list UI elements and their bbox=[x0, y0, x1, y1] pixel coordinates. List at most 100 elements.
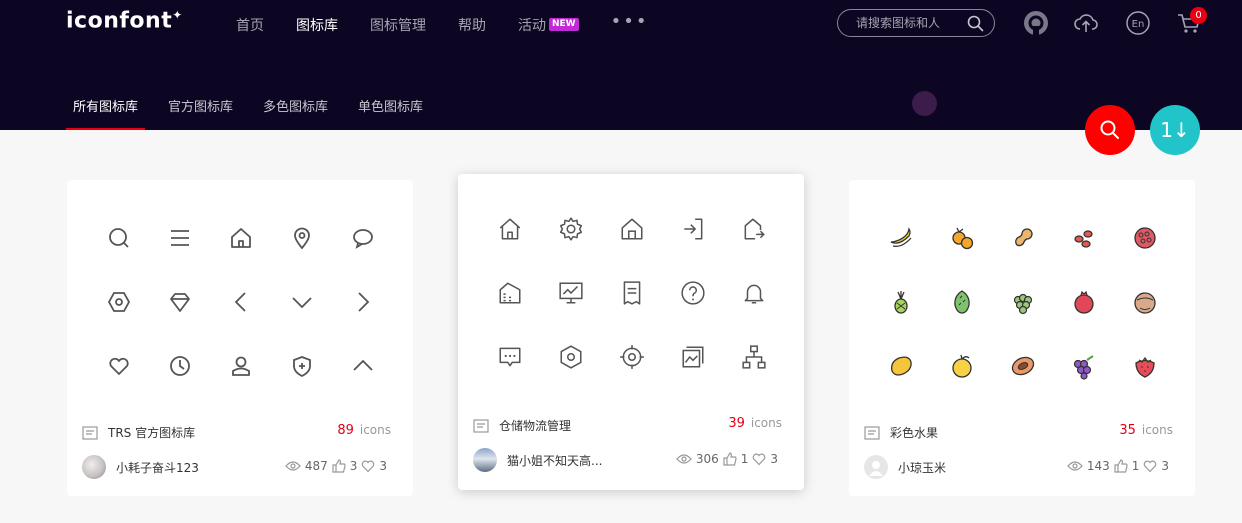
svg-text:En: En bbox=[1132, 19, 1145, 30]
avatar[interactable] bbox=[82, 455, 106, 479]
more-icon[interactable]: ••• bbox=[611, 11, 649, 32]
home-icon bbox=[230, 228, 251, 248]
chevron-up-icon bbox=[352, 359, 373, 371]
icon-count: 35 icons bbox=[1119, 423, 1173, 438]
peanut-icon bbox=[1014, 228, 1033, 247]
papaya-icon bbox=[1011, 356, 1034, 376]
library-card[interactable]: 彩色水果 35 icons 小琼玉米 143 1 3 bbox=[849, 180, 1195, 496]
clock-icon bbox=[169, 356, 190, 376]
icon-preview-grid bbox=[88, 206, 393, 398]
location-icon bbox=[293, 227, 310, 250]
avatar[interactable] bbox=[473, 448, 497, 472]
library-card[interactable]: 仓储物流管理 39 icons 猫小姐不知天高... 306 1 3 bbox=[458, 174, 804, 490]
house-arrow-icon bbox=[744, 218, 765, 240]
icon-count: 39 icons bbox=[728, 416, 782, 431]
new-badge: NEW bbox=[549, 18, 579, 31]
sort-button[interactable]: 1↓ bbox=[1150, 105, 1200, 155]
pomegranate-icon bbox=[1073, 290, 1094, 314]
author[interactable]: 小琼玉米 bbox=[864, 455, 946, 479]
eye-icon bbox=[1067, 461, 1083, 471]
thumbs-up-icon[interactable] bbox=[1114, 459, 1128, 473]
search-icon bbox=[108, 228, 129, 248]
tab-official-libraries[interactable]: 官方图标库 bbox=[161, 96, 240, 130]
exit-icon bbox=[683, 218, 702, 240]
library-title[interactable]: 彩色水果 bbox=[864, 424, 938, 441]
library-tabs: 所有图标库 官方图标库 多色图标库 单色图标库 bbox=[66, 96, 446, 130]
mango-icon bbox=[890, 356, 912, 376]
author[interactable]: 猫小姐不知天高... bbox=[473, 448, 602, 472]
cart-count-badge: 0 bbox=[1190, 7, 1207, 24]
heart-outline-icon[interactable] bbox=[752, 452, 766, 466]
search-box[interactable] bbox=[837, 9, 995, 37]
library-card[interactable]: TRS 官方图标库 89 icons 小耗子奋斗123 487 3 3 bbox=[67, 180, 413, 496]
sort-icon: 1↓ bbox=[1160, 118, 1190, 142]
thumbs-up-icon[interactable] bbox=[332, 459, 346, 473]
banana-icon bbox=[890, 227, 911, 247]
chevron-right-icon bbox=[357, 292, 369, 312]
grapes-icon bbox=[1073, 355, 1094, 380]
goji-icon bbox=[1073, 230, 1093, 248]
icon-count: 89 icons bbox=[337, 423, 391, 438]
chevron-left-icon bbox=[234, 292, 246, 312]
org-chart-icon bbox=[741, 345, 766, 369]
tab-all-libraries[interactable]: 所有图标库 bbox=[66, 96, 146, 130]
nav-icon-management[interactable]: 图标管理 bbox=[370, 14, 426, 35]
warehouse-icon bbox=[620, 218, 643, 240]
user-icon bbox=[231, 356, 250, 376]
nav-icon-library[interactable]: 图标库 bbox=[296, 14, 338, 35]
heart-outline-icon[interactable] bbox=[1143, 459, 1157, 473]
library-title[interactable]: TRS 官方图标库 bbox=[82, 424, 195, 441]
tab-multicolor-libraries[interactable]: 多色图标库 bbox=[256, 96, 335, 130]
main-nav: 首页 图标库 图标管理 帮助 活动 NEW ••• bbox=[236, 11, 680, 35]
chat-icon bbox=[352, 229, 373, 249]
loquat-icon bbox=[951, 227, 973, 250]
grapes-bunch-icon bbox=[1013, 293, 1032, 315]
search-icon bbox=[1100, 120, 1119, 139]
photos-icon bbox=[681, 346, 704, 368]
upload-icon[interactable] bbox=[1073, 10, 1099, 36]
author[interactable]: 小耗子奋斗123 bbox=[82, 455, 199, 479]
nav-help[interactable]: 帮助 bbox=[458, 14, 486, 35]
user-avatar-icon[interactable] bbox=[1023, 10, 1049, 36]
message-icon bbox=[498, 347, 521, 367]
raspberry-icon bbox=[1133, 227, 1156, 249]
default-avatar-icon bbox=[869, 461, 883, 476]
hexagon-icon bbox=[107, 292, 130, 312]
heart-icon bbox=[108, 357, 129, 375]
chevron-down-icon bbox=[291, 297, 312, 309]
folder-icon bbox=[473, 418, 489, 433]
nav-home[interactable]: 首页 bbox=[236, 14, 264, 35]
heart-outline-icon[interactable] bbox=[361, 459, 375, 473]
nav-activity[interactable]: 活动 NEW bbox=[518, 14, 579, 35]
diamond-icon bbox=[169, 293, 190, 312]
menu-icon bbox=[170, 230, 189, 246]
durian-icon bbox=[953, 290, 970, 314]
strawberry-icon bbox=[1134, 357, 1155, 378]
orange-icon bbox=[951, 354, 972, 378]
tab-monochrome-libraries[interactable]: 单色图标库 bbox=[351, 96, 430, 130]
pineapple-icon bbox=[893, 291, 908, 314]
floating-search-button[interactable] bbox=[1085, 105, 1135, 155]
icon-preview-grid bbox=[479, 197, 784, 389]
monitor-chart-icon bbox=[558, 282, 583, 304]
decorative-dot bbox=[912, 91, 937, 116]
icon-preview-grid bbox=[870, 206, 1175, 398]
home-icon bbox=[499, 218, 520, 240]
language-icon[interactable]: En bbox=[1125, 10, 1151, 36]
eye-icon bbox=[676, 454, 692, 464]
help-icon bbox=[680, 281, 705, 305]
card-stats: 487 3 3 bbox=[285, 459, 391, 473]
bell-icon bbox=[744, 284, 763, 304]
logo[interactable]: iconfont✦ bbox=[66, 8, 183, 33]
search-icon[interactable] bbox=[967, 15, 984, 32]
target-icon bbox=[619, 345, 644, 369]
avatar[interactable] bbox=[864, 455, 888, 479]
hazelnut-icon bbox=[1133, 292, 1156, 314]
library-title[interactable]: 仓储物流管理 bbox=[473, 417, 571, 434]
thumbs-up-icon[interactable] bbox=[723, 452, 737, 466]
folder-icon bbox=[864, 425, 880, 440]
eye-icon bbox=[285, 461, 301, 471]
settings-icon bbox=[559, 217, 582, 241]
search-input[interactable] bbox=[854, 15, 968, 31]
folder-icon bbox=[82, 425, 98, 440]
